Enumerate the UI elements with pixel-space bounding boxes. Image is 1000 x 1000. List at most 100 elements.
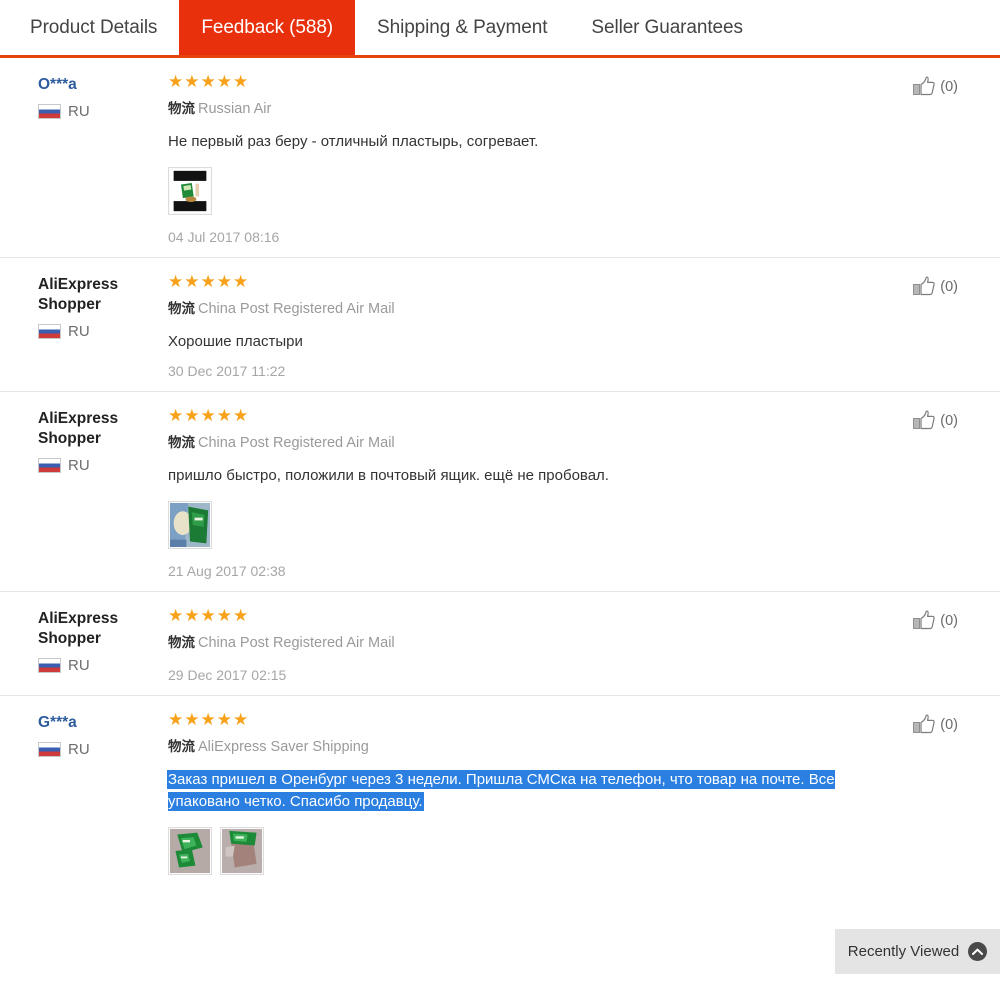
feedback-photos: [168, 827, 886, 875]
thumbs-up-icon: [913, 714, 935, 734]
feedback-username[interactable]: G***a: [38, 713, 168, 733]
feedback-item: O***a RU ★★★★★ 物流 Russian Air Не первый р…: [0, 58, 1000, 257]
country-code-label: RU: [68, 103, 90, 120]
feedback-comment: Заказ пришел в Оренбург через 3 недели. …: [168, 771, 835, 810]
feedback-country: RU: [38, 103, 168, 120]
review-photo-thumbnail[interactable]: [220, 827, 264, 875]
recently-viewed-label: Recently Viewed: [847, 943, 960, 960]
feedback-comment: Не первый раз беру - отличный пластырь, …: [168, 133, 539, 150]
logistics-label: 物流: [168, 301, 195, 317]
feedback-list: O***a RU ★★★★★ 物流 Russian Air Не первый р…: [0, 58, 1000, 901]
thumbs-up-icon: [913, 276, 935, 296]
feedback-body: ★★★★★ 物流 China Post Registered Air Mail 2…: [168, 606, 976, 683]
tab-product-details[interactable]: Product Details: [8, 0, 179, 55]
shipping-method-label: AliExpress Saver Shipping: [198, 739, 369, 755]
review-photo-thumbnail[interactable]: [168, 501, 212, 549]
review-photo-letterboxed-green-product: [170, 169, 210, 213]
feedback-body: ★★★★★ 物流 Russian Air Не первый раз беру -…: [168, 72, 976, 245]
shipping-method-label: China Post Registered Air Mail: [198, 635, 395, 651]
ru-flag-icon: [38, 742, 61, 757]
feedback-date: 30 Dec 2017 11:22: [168, 363, 286, 379]
helpful-count: (0): [940, 278, 958, 295]
feedback-date: 29 Dec 2017 02:15: [168, 667, 287, 683]
feedback-date: 04 Jul 2017 08:16: [168, 229, 280, 245]
helpful-button[interactable]: (0): [913, 76, 958, 97]
recently-viewed-panel[interactable]: Recently Viewed: [835, 929, 1000, 974]
shipping-method-label: China Post Registered Air Mail: [198, 435, 395, 451]
feedback-comment-wrapper: Заказ пришел в Оренбург через 3 недели. …: [168, 769, 886, 813]
feedback-logistics: 物流 Russian Air: [168, 100, 886, 119]
helpful-count: (0): [940, 412, 958, 429]
logistics-label: 物流: [168, 739, 195, 755]
feedback-country: RU: [38, 657, 168, 674]
country-code-label: RU: [68, 457, 90, 474]
feedback-photos: [168, 167, 886, 215]
star-rating: ★★★★★: [168, 606, 250, 625]
thumbs-up-icon: [913, 76, 935, 96]
star-rating: ★★★★★: [168, 406, 250, 425]
ru-flag-icon: [38, 324, 61, 339]
feedback-username[interactable]: O***a: [38, 75, 168, 95]
feedback-logistics: 物流 AliExpress Saver Shipping: [168, 738, 886, 757]
review-photo-thumbnail[interactable]: [168, 167, 212, 215]
feedback-item: G***a RU ★★★★★ 物流 AliExpress Saver Shippi…: [0, 695, 1000, 901]
feedback-page: Product Details Feedback (588) Shipping …: [0, 0, 1000, 1000]
shipping-method-label: China Post Registered Air Mail: [198, 301, 395, 317]
feedback-body: ★★★★★ 物流 China Post Registered Air Mail Х…: [168, 272, 976, 379]
review-photo-thumbnail[interactable]: [168, 827, 212, 875]
feedback-body: ★★★★★ 物流 China Post Registered Air Mail п…: [168, 406, 976, 579]
feedback-username: AliExpress Shopper: [38, 610, 119, 647]
feedback-logistics: 物流 China Post Registered Air Mail: [168, 434, 886, 453]
country-code-label: RU: [68, 741, 90, 758]
tab-shipping-payment[interactable]: Shipping & Payment: [355, 0, 569, 55]
review-photo-green-package-on-blue: [170, 503, 210, 547]
logistics-label: 物流: [168, 435, 195, 451]
chevron-up-glyph: [972, 948, 984, 955]
feedback-user-column: AliExpress Shopper RU: [38, 406, 168, 579]
helpful-button[interactable]: (0): [913, 714, 958, 735]
feedback-user-column: AliExpress Shopper RU: [38, 272, 168, 379]
country-code-label: RU: [68, 323, 90, 340]
helpful-button[interactable]: (0): [913, 410, 958, 431]
ru-flag-icon: [38, 104, 61, 119]
feedback-user-column: O***a RU: [38, 72, 168, 245]
logistics-label: 物流: [168, 101, 195, 117]
feedback-item: AliExpress Shopper RU ★★★★★ 物流 China Post…: [0, 257, 1000, 391]
helpful-count: (0): [940, 716, 958, 733]
feedback-country: RU: [38, 323, 168, 340]
star-rating: ★★★★★: [168, 710, 250, 729]
logistics-label: 物流: [168, 635, 195, 651]
feedback-body: ★★★★★ 物流 AliExpress Saver Shipping Заказ …: [168, 710, 976, 889]
ru-flag-icon: [38, 458, 61, 473]
feedback-photos: [168, 501, 886, 549]
feedback-comment: Хорошие пластыри: [168, 333, 303, 350]
helpful-button[interactable]: (0): [913, 610, 958, 631]
feedback-comment: пришло быстро, положили в почтовый ящик.…: [168, 467, 609, 484]
feedback-username: AliExpress Shopper: [38, 276, 119, 313]
feedback-logistics: 物流 China Post Registered Air Mail: [168, 634, 886, 653]
feedback-logistics: 物流 China Post Registered Air Mail: [168, 300, 886, 319]
feedback-country: RU: [38, 741, 168, 758]
feedback-user-column: G***a RU: [38, 710, 168, 889]
shipping-method-label: Russian Air: [198, 101, 272, 117]
feedback-item: AliExpress Shopper RU ★★★★★ 物流 China Post…: [0, 591, 1000, 695]
chevron-up-icon[interactable]: [968, 942, 988, 961]
country-code-label: RU: [68, 657, 90, 674]
feedback-user-column: AliExpress Shopper RU: [38, 606, 168, 683]
review-photo-green-packets: [170, 829, 210, 873]
ru-flag-icon: [38, 658, 61, 673]
helpful-button[interactable]: (0): [913, 276, 958, 297]
helpful-count: (0): [940, 78, 958, 95]
tab-seller-guarantees[interactable]: Seller Guarantees: [569, 0, 764, 55]
product-tab-bar: Product Details Feedback (588) Shipping …: [0, 0, 1000, 58]
feedback-username: AliExpress Shopper: [38, 410, 119, 447]
feedback-date: 21 Aug 2017 02:38: [168, 563, 286, 579]
feedback-item: AliExpress Shopper RU ★★★★★ 物流 China Post…: [0, 391, 1000, 591]
feedback-country: RU: [38, 457, 168, 474]
star-rating: ★★★★★: [168, 272, 250, 291]
thumbs-up-icon: [913, 410, 935, 430]
helpful-count: (0): [940, 612, 958, 629]
tab-feedback[interactable]: Feedback (588): [179, 0, 356, 55]
review-photo-green-packet-on-skin: [222, 829, 262, 873]
star-rating: ★★★★★: [168, 72, 250, 91]
